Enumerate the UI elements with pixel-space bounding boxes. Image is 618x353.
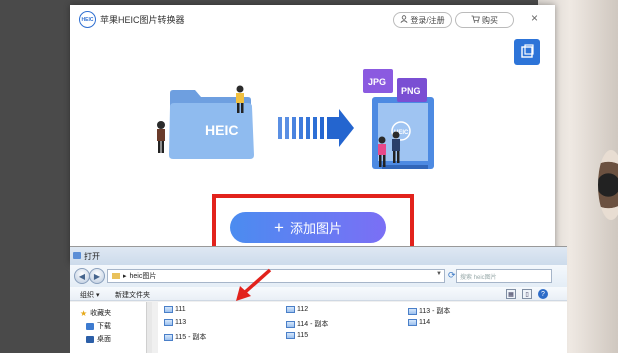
file-name: 113 - 副本 bbox=[419, 308, 451, 315]
forward-arrow-icon[interactable]: ▶ bbox=[89, 268, 105, 284]
conversion-arrow-icon bbox=[278, 109, 354, 147]
new-folder-button[interactable]: 新建文件夹 bbox=[115, 290, 150, 300]
folder-label: HEIC bbox=[205, 122, 238, 138]
navigation-pane: ★ 收藏夹 下载 桌面 bbox=[70, 302, 152, 353]
image-file-icon bbox=[164, 333, 173, 341]
jpg-badge: JPG bbox=[363, 69, 393, 93]
nav-item-desktop[interactable]: 桌面 bbox=[86, 334, 111, 344]
file-item[interactable]: 114 bbox=[408, 319, 430, 326]
address-bar[interactable]: ▸ heic图片 ▼ bbox=[107, 269, 445, 283]
chevron-down-icon[interactable]: ▼ bbox=[436, 271, 442, 277]
file-list: 111 112 113 - 副本 113 114 - 副本 114 115 - … bbox=[158, 302, 567, 353]
file-name: 112 bbox=[297, 306, 309, 313]
dialog-title: 打开 bbox=[84, 252, 100, 261]
png-badge: PNG bbox=[397, 78, 427, 102]
image-file-icon bbox=[286, 306, 295, 313]
file-item[interactable]: 111 bbox=[164, 306, 186, 313]
help-icon[interactable]: ? bbox=[538, 289, 548, 299]
search-input[interactable]: 搜索 heic图片 bbox=[456, 269, 552, 283]
person-figure-left bbox=[157, 121, 165, 153]
address-separator: ▸ bbox=[123, 273, 127, 280]
screen: HEIC 苹果HEIC图片转换器 登录/注册 购买 × HEIC HEIC JP… bbox=[0, 0, 618, 353]
nav-item-label: 收藏夹 bbox=[90, 310, 112, 317]
file-item[interactable]: 113 - 副本 bbox=[408, 306, 450, 316]
file-name: 115 - 副本 bbox=[175, 334, 207, 341]
file-name: 115 bbox=[297, 332, 309, 339]
image-file-icon bbox=[408, 307, 417, 315]
star-icon: ★ bbox=[80, 308, 88, 318]
background-eye bbox=[598, 150, 618, 220]
refresh-icon[interactable]: ⟳ bbox=[448, 270, 456, 281]
nav-item-label: 桌面 bbox=[97, 336, 111, 343]
file-item[interactable]: 113 bbox=[164, 319, 186, 326]
conversion-illustration: HEIC HEIC JPG PNG bbox=[157, 69, 434, 169]
folder-icon bbox=[112, 273, 120, 279]
image-file-icon bbox=[408, 319, 417, 326]
file-item[interactable]: 115 bbox=[286, 332, 308, 339]
dialog-toolbar: 组织 ▾ 新建文件夹 ▦ ▯ ? bbox=[70, 287, 567, 301]
open-file-dialog: 打开 ◀ ▶ ▸ heic图片 ▼ ⟳ 搜索 heic图片 组织 ▾ 新建文件夹… bbox=[70, 246, 567, 353]
organize-menu[interactable]: 组织 ▾ bbox=[80, 290, 99, 300]
file-name: 114 - 副本 bbox=[297, 321, 329, 328]
nav-item-favorites[interactable]: ★ 收藏夹 bbox=[80, 308, 111, 318]
nav-item-label: 下载 bbox=[97, 323, 111, 330]
download-folder-icon bbox=[86, 322, 94, 330]
image-file-icon bbox=[164, 319, 173, 326]
file-name: 113 bbox=[175, 319, 187, 326]
view-options-icon[interactable]: ▦ bbox=[506, 289, 516, 299]
address-path: heic图片 bbox=[129, 273, 157, 280]
image-file-icon bbox=[286, 320, 295, 328]
highlight-box bbox=[212, 194, 414, 252]
file-item[interactable]: 112 bbox=[286, 306, 308, 313]
dialog-nav-bar: ◀ ▶ ▸ heic图片 ▼ ⟳ 搜索 heic图片 bbox=[70, 265, 567, 287]
desktop-icon bbox=[86, 335, 94, 343]
file-name: 114 bbox=[419, 319, 431, 326]
dialog-title-bar: 打开 bbox=[70, 247, 567, 265]
dialog-window-icon bbox=[73, 252, 81, 259]
nav-scrollbar[interactable] bbox=[146, 302, 152, 353]
png-badge-label: PNG bbox=[401, 86, 421, 96]
file-name: 111 bbox=[175, 306, 186, 313]
image-file-icon bbox=[286, 332, 295, 339]
file-item[interactable]: 114 - 副本 bbox=[286, 319, 328, 329]
image-file-icon bbox=[164, 306, 173, 313]
nav-item-downloads[interactable]: 下载 bbox=[86, 321, 111, 331]
file-item[interactable]: 115 - 副本 bbox=[164, 332, 206, 342]
jpg-badge-label: JPG bbox=[368, 77, 386, 87]
preview-pane-icon[interactable]: ▯ bbox=[522, 289, 532, 299]
back-arrow-icon[interactable]: ◀ bbox=[74, 268, 90, 284]
